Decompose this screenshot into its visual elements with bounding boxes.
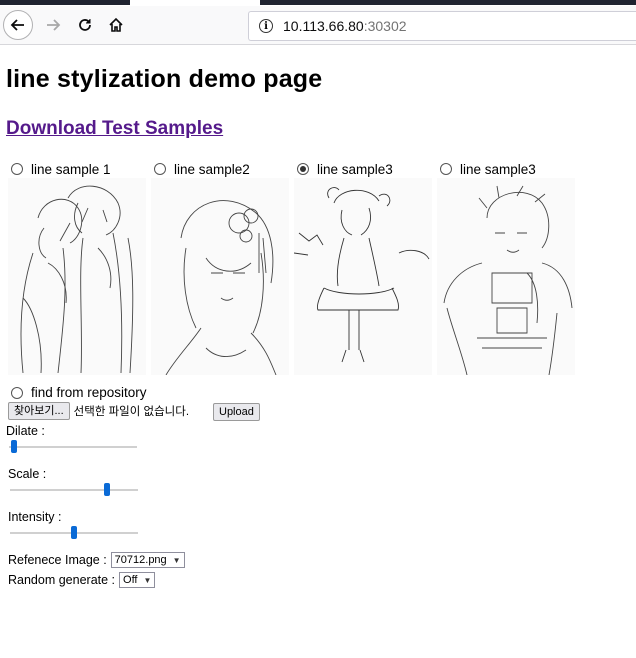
repository-radio[interactable]: [11, 386, 23, 399]
line-drawing-two-characters-icon: [20, 185, 134, 374]
chevron-down-icon: ▼: [172, 555, 181, 565]
sample-3-radio[interactable]: [297, 163, 309, 175]
reload-icon: [79, 19, 91, 31]
reference-image-label: Refenece Image :: [8, 553, 107, 567]
tab-strip-dark: [260, 0, 636, 5]
file-input[interactable]: 찾아보기... 선택한 파일이 없습니다.: [8, 402, 189, 420]
dilate-slider-track: [9, 446, 137, 448]
page-title: line stylization demo page: [6, 65, 323, 93]
sample-2-image[interactable]: [151, 178, 289, 375]
scale-label: Scale :: [8, 467, 47, 481]
file-status-text: 선택한 파일이 없습니다.: [73, 406, 190, 418]
chevron-down-icon: ▼: [143, 575, 152, 585]
dilate-label: Dilate :: [6, 424, 45, 438]
sample-option-1[interactable]: line sample 1: [11, 161, 111, 177]
sample-3-label: line sample3: [317, 161, 393, 177]
site-info-icon[interactable]: i: [259, 19, 273, 33]
sample-1-label: line sample 1: [31, 161, 111, 177]
scale-slider[interactable]: [10, 483, 138, 497]
forward-arrow-icon: [47, 19, 61, 31]
sample-4-image[interactable]: [437, 178, 575, 375]
intensity-slider[interactable]: [10, 526, 138, 540]
sample-option-3[interactable]: line sample3: [297, 161, 393, 177]
sample-3-image[interactable]: [294, 178, 432, 375]
scale-slider-track: [10, 489, 138, 491]
reference-image-select[interactable]: 70712.png ▼: [110, 552, 185, 568]
reference-image-row: Refenece Image : 70712.png ▼: [8, 552, 185, 568]
random-generate-row: Random generate : Off ▼: [8, 572, 156, 588]
sample-2-radio[interactable]: [154, 163, 166, 175]
random-generate-select[interactable]: Off ▼: [119, 572, 156, 588]
random-generate-label: Random generate :: [8, 573, 116, 587]
sample-option-2[interactable]: line sample2: [154, 161, 250, 177]
sample-2-label: line sample2: [174, 161, 250, 177]
address-bar[interactable]: i 10.113.66.80:30302: [248, 11, 636, 41]
download-samples-link[interactable]: Download Test Samples: [6, 118, 223, 140]
sample-4-radio[interactable]: [440, 163, 452, 175]
upload-button[interactable]: Upload: [213, 403, 260, 421]
browse-button[interactable]: 찾아보기...: [8, 402, 70, 420]
line-drawing-girl-portrait-icon: [165, 200, 277, 375]
intensity-slider-thumb[interactable]: [71, 526, 77, 539]
intensity-label: Intensity :: [8, 510, 62, 524]
forward-button[interactable]: [38, 10, 68, 40]
dilate-slider[interactable]: [9, 440, 137, 454]
repository-option[interactable]: find from repository: [11, 385, 147, 400]
reference-image-value: 70712.png: [114, 554, 167, 566]
back-arrow-icon: [10, 19, 24, 31]
dilate-slider-thumb[interactable]: [11, 440, 17, 453]
sample-1-radio[interactable]: [11, 163, 23, 175]
navigation-toolbar: i 10.113.66.80:30302: [0, 6, 636, 45]
tab-strip-dark: [0, 0, 130, 5]
line-drawing-girl-dress-icon: [294, 187, 430, 363]
url-host: 10.113.66.80: [283, 18, 364, 34]
random-generate-value: Off: [123, 574, 138, 586]
home-icon: [109, 17, 123, 32]
page-content: line stylization demo page Download Test…: [0, 45, 636, 658]
sample-4-label: line sample3: [460, 161, 536, 177]
url-port: :30302: [363, 18, 407, 34]
back-button[interactable]: [3, 10, 33, 40]
scale-slider-thumb[interactable]: [104, 483, 110, 496]
sample-option-4[interactable]: line sample3: [440, 161, 536, 177]
reload-button[interactable]: [70, 10, 100, 40]
repository-label: find from repository: [31, 385, 147, 400]
home-button[interactable]: [101, 10, 131, 40]
line-drawing-armored-boy-icon: [443, 185, 573, 375]
sample-1-image[interactable]: [8, 178, 146, 375]
